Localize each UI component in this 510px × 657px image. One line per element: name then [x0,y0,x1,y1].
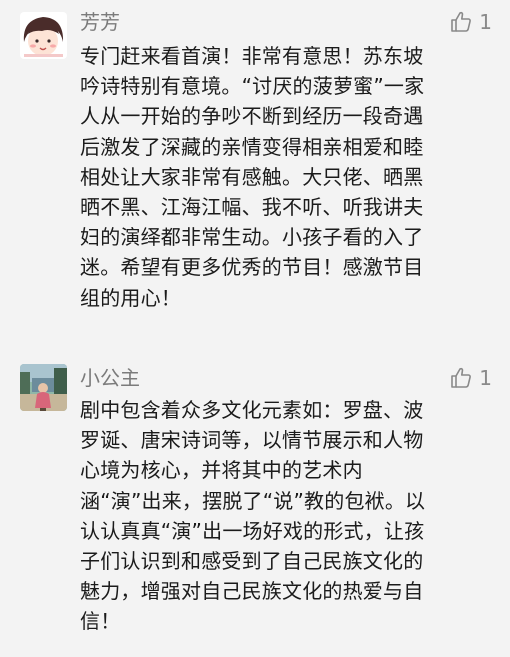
comment-username[interactable]: 芳芳 [80,9,120,35]
cartoon-girl-avatar-icon [20,12,67,59]
avatar[interactable] [20,364,67,411]
thumbs-up-icon [451,367,472,388]
avatar[interactable] [20,12,67,59]
like-button[interactable]: 1 [449,9,492,35]
thumbs-up-icon [451,11,472,32]
comment-username[interactable]: 小公主 [80,365,140,391]
photo-child-avatar-icon [20,364,67,411]
like-count: 1 [479,10,492,34]
comment-text: 剧中包含着众多文化元素如：罗盘、波 罗诞、唐宋诗词等，以情节展示和人物 心境为核… [80,398,426,634]
like-count: 1 [479,366,492,390]
comment-text: 专门赶来看首演！非常有意思！苏东坡 吟诗特别有意境。“讨厌的菠萝蜜”一家 人从一… [80,44,425,310]
like-button[interactable]: 1 [449,365,492,391]
